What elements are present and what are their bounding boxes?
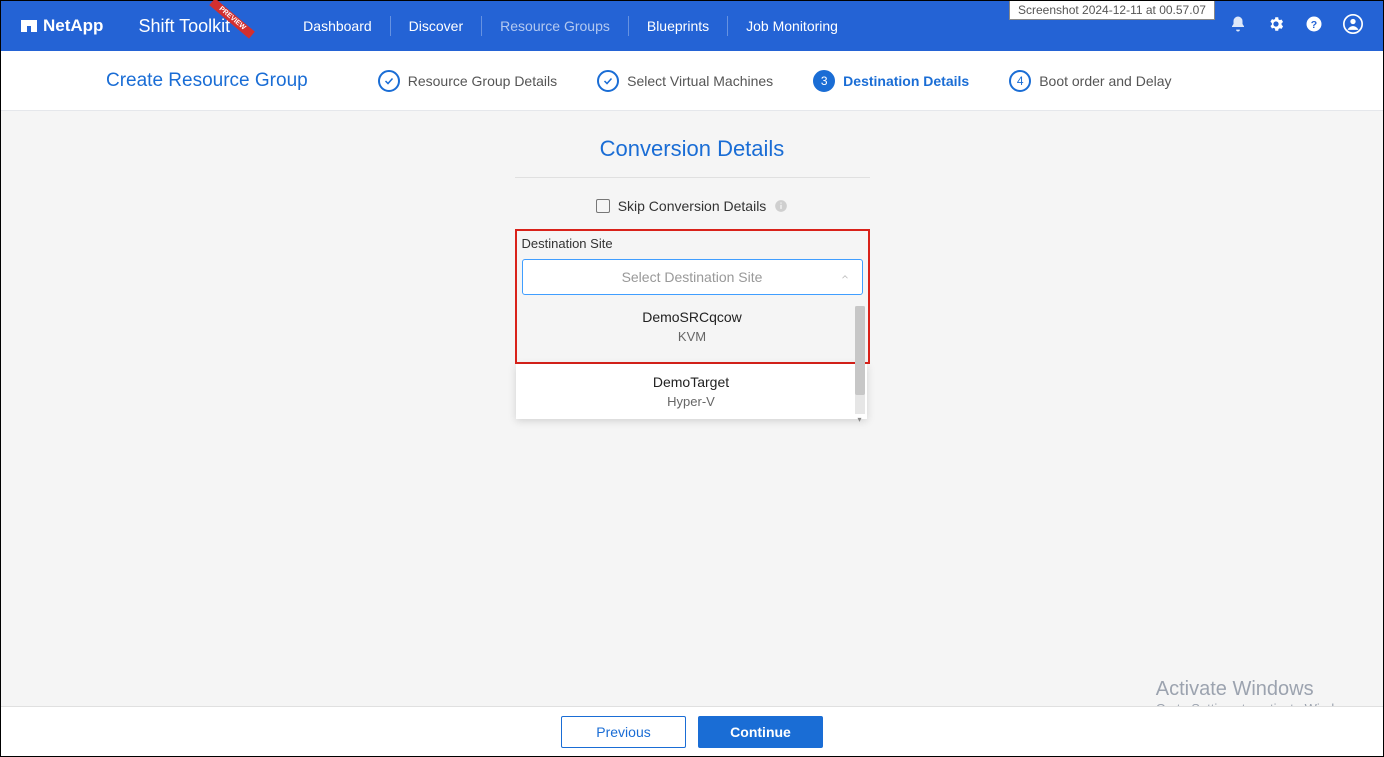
chevron-down-icon[interactable]: ▾ <box>855 414 865 424</box>
skip-conversion-row: Skip Conversion Details <box>515 198 870 214</box>
check-icon <box>378 70 400 92</box>
conversion-panel: Conversion Details Skip Conversion Detai… <box>515 136 870 706</box>
netapp-logo-icon <box>21 18 37 34</box>
topbar-actions: ? <box>1229 14 1363 39</box>
continue-button[interactable]: Continue <box>698 716 823 748</box>
destination-site-highlight: Destination Site Select Destination Site… <box>515 229 870 364</box>
main-nav: Dashboard Discover Resource Groups Bluep… <box>285 16 856 36</box>
step-label: Select Virtual Machines <box>627 73 773 89</box>
option-name: DemoTarget <box>528 374 855 390</box>
user-icon[interactable] <box>1343 14 1363 39</box>
skip-checkbox[interactable] <box>596 199 610 213</box>
option-sub: KVM <box>534 329 851 344</box>
destination-site-select[interactable]: Select Destination Site <box>522 259 863 295</box>
step-number-icon: 4 <box>1009 70 1031 92</box>
step-destination-details[interactable]: 3 Destination Details <box>813 70 969 92</box>
step-resource-group-details[interactable]: Resource Group Details <box>378 70 557 92</box>
dropdown-scrollbar[interactable]: ▾ <box>855 306 865 414</box>
step-number-icon: 3 <box>813 70 835 92</box>
nav-job-monitoring[interactable]: Job Monitoring <box>728 16 856 36</box>
scrollbar-thumb[interactable] <box>855 306 865 395</box>
skip-label: Skip Conversion Details <box>618 198 767 214</box>
select-placeholder: Select Destination Site <box>622 269 763 285</box>
info-icon[interactable] <box>774 199 788 213</box>
option-name: DemoSRCqcow <box>534 309 851 325</box>
svg-text:?: ? <box>1311 18 1317 30</box>
divider <box>515 177 870 178</box>
nav-blueprints[interactable]: Blueprints <box>629 16 728 36</box>
previous-button[interactable]: Previous <box>561 716 686 748</box>
brand-logo: NetApp <box>21 16 103 36</box>
content-area: Conversion Details Skip Conversion Detai… <box>1 111 1383 706</box>
nav-discover[interactable]: Discover <box>391 16 482 36</box>
wizard-footer: Previous Continue <box>1 706 1383 756</box>
wizard-title: Create Resource Group <box>106 70 308 92</box>
nav-resource-groups[interactable]: Resource Groups <box>482 16 629 36</box>
brand-name: NetApp <box>43 16 103 36</box>
watermark-title: Activate Windows <box>1156 678 1361 701</box>
gear-icon[interactable] <box>1267 15 1285 38</box>
step-label: Boot order and Delay <box>1039 73 1171 89</box>
step-label: Destination Details <box>843 73 969 89</box>
check-icon <box>597 70 619 92</box>
app-title-text: Shift Toolkit <box>138 16 230 37</box>
chevron-up-icon <box>840 269 850 285</box>
option-demosrcqcow[interactable]: DemoSRCqcow KVM <box>522 295 863 354</box>
panel-title: Conversion Details <box>515 136 870 162</box>
option-sub: Hyper-V <box>528 394 855 409</box>
destination-site-dropdown: DemoTarget Hyper-V ▾ <box>516 364 867 419</box>
help-icon[interactable]: ? <box>1305 15 1323 38</box>
step-label: Resource Group Details <box>408 73 557 89</box>
nav-dashboard[interactable]: Dashboard <box>285 16 391 36</box>
wizard-header: Create Resource Group Resource Group Det… <box>1 51 1383 111</box>
step-boot-order-delay[interactable]: 4 Boot order and Delay <box>1009 70 1171 92</box>
app-title: Shift Toolkit PREVIEW <box>138 16 230 37</box>
screenshot-filename-badge: Screenshot 2024-12-11 at 00.57.07 <box>1009 1 1215 20</box>
step-select-virtual-machines[interactable]: Select Virtual Machines <box>597 70 773 92</box>
option-demotarget[interactable]: DemoTarget Hyper-V <box>516 364 867 419</box>
destination-site-label: Destination Site <box>522 236 863 251</box>
wizard-steps: Resource Group Details Select Virtual Ma… <box>378 70 1172 92</box>
bell-icon[interactable] <box>1229 15 1247 38</box>
